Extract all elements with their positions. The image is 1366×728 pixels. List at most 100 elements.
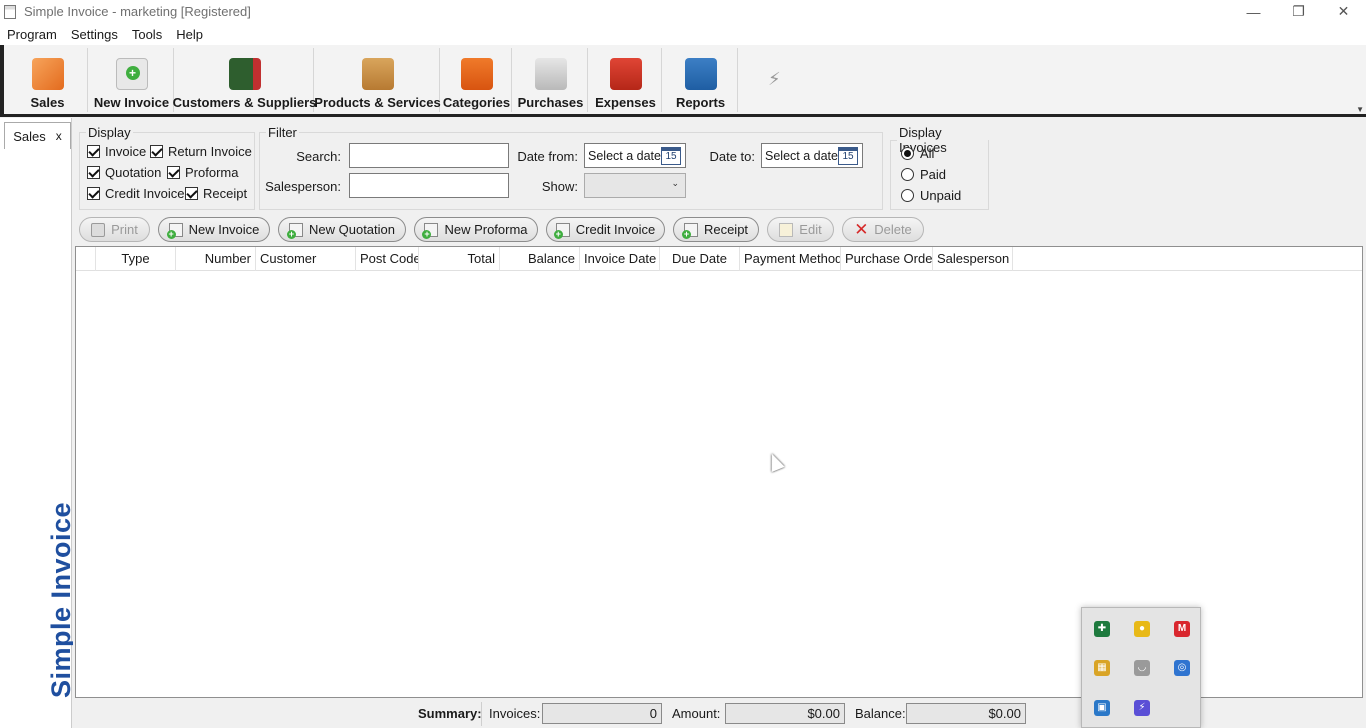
column-invoice-date[interactable]: Invoice Date xyxy=(580,247,660,271)
column-purchase-order[interactable]: Purchase Order xyxy=(841,247,933,271)
column-customer[interactable]: Customer xyxy=(256,247,356,271)
bolt-icon[interactable]: ⚡ xyxy=(768,69,781,90)
radio-all[interactable]: All xyxy=(901,146,934,161)
column-post-code[interactable]: Post Code xyxy=(356,247,419,271)
calendar-icon[interactable]: 15 xyxy=(838,147,858,165)
cup-icon[interactable]: ◡ xyxy=(1134,660,1150,676)
menu-help[interactable]: Help xyxy=(169,27,210,42)
radio-button[interactable] xyxy=(901,147,914,160)
grid-header: Type Number Customer Post Code Total Bal… xyxy=(76,247,1362,271)
menu-program[interactable]: Program xyxy=(0,27,64,42)
radio-button[interactable] xyxy=(901,168,914,181)
checkbox-return-invoice[interactable]: Return Invoice xyxy=(150,144,252,159)
close-button[interactable]: ✕ xyxy=(1321,0,1366,23)
window-title: Simple Invoice - marketing [Registered] xyxy=(24,4,251,19)
checkbox-box[interactable] xyxy=(87,166,100,179)
column-type[interactable]: Type xyxy=(96,247,176,271)
ribbon-label: New Invoice xyxy=(93,95,170,110)
edit-button[interactable]: Edit xyxy=(767,217,834,242)
ribbon-customers-suppliers-button[interactable]: Customers & Suppliers xyxy=(173,48,316,112)
column-number[interactable]: Number xyxy=(176,247,256,271)
amount-value: $0.00 xyxy=(725,703,845,724)
delete-button[interactable]: ✕ Delete xyxy=(842,217,924,242)
left-panel: Sales x Simple Invoice xyxy=(0,118,76,728)
checkbox-label: Quotation xyxy=(105,165,162,180)
mega-icon[interactable]: M xyxy=(1174,621,1190,637)
radio-unpaid[interactable]: Unpaid xyxy=(901,188,961,203)
tab-close-icon[interactable]: x xyxy=(56,129,62,143)
ribbon-reports-button[interactable]: Reports xyxy=(664,48,738,112)
button-label: New Invoice xyxy=(188,222,260,237)
date-from-picker[interactable]: Select a date 15 xyxy=(584,143,686,168)
new-invoice-button[interactable]: New Invoice xyxy=(158,217,270,242)
checkbox-box[interactable] xyxy=(87,145,100,158)
ribbon-label: Expenses xyxy=(595,95,656,110)
salesperson-input[interactable] xyxy=(349,173,509,198)
ribbon-sales-button[interactable]: Sales xyxy=(8,48,88,112)
checkbox-proforma[interactable]: Proforma xyxy=(167,165,238,180)
new-document-icon xyxy=(681,222,698,239)
show-label: Show: xyxy=(541,179,578,194)
radio-paid[interactable]: Paid xyxy=(901,167,946,182)
column-payment-method[interactable]: Payment Method xyxy=(740,247,841,271)
bolt-icon[interactable]: ⚡ xyxy=(1134,700,1150,716)
search-input[interactable] xyxy=(349,143,509,168)
row-header-column xyxy=(76,247,96,271)
app-tile-icon[interactable]: ▦ xyxy=(1094,660,1110,676)
ring-icon[interactable]: ◎ xyxy=(1174,660,1190,676)
ribbon-label: Sales xyxy=(30,95,65,110)
minimize-button[interactable]: — xyxy=(1231,0,1276,23)
ribbon-scroll-icon[interactable]: ▼ xyxy=(1356,105,1364,114)
checkbox-box[interactable] xyxy=(87,187,100,200)
ribbon-new-invoice-button[interactable]: New Invoice xyxy=(90,48,174,112)
ribbon-toolbar: Sales New Invoice Customers & Suppliers … xyxy=(0,45,1366,117)
radio-label: Paid xyxy=(920,167,947,182)
column-balance[interactable]: Balance xyxy=(500,247,580,271)
menu-settings[interactable]: Settings xyxy=(64,27,125,42)
date-to-label: Date to: xyxy=(709,149,755,164)
checkbox-label: Credit Invoice xyxy=(105,186,185,201)
network-icon[interactable]: ▣ xyxy=(1094,700,1110,716)
checkbox-box[interactable] xyxy=(150,145,163,158)
ribbon-purchases-button[interactable]: Purchases xyxy=(514,48,588,112)
checkbox-credit-invoice[interactable]: Credit Invoice xyxy=(87,186,184,201)
restore-button[interactable]: ❐ xyxy=(1276,0,1321,23)
sales-icon xyxy=(31,58,64,90)
coins-icon xyxy=(609,58,642,90)
checkbox-label: Proforma xyxy=(185,165,239,180)
date-to-placeholder: Select a date xyxy=(765,148,838,163)
ribbon-expenses-button[interactable]: Expenses xyxy=(590,48,662,112)
credit-invoice-button[interactable]: Credit Invoice xyxy=(546,217,665,242)
checkbox-receipt[interactable]: Receipt xyxy=(185,186,247,201)
balance-label: Balance: xyxy=(855,706,906,721)
date-to-picker[interactable]: Select a date 15 xyxy=(761,143,863,168)
calendar-icon[interactable]: 15 xyxy=(661,147,681,165)
show-select[interactable]: ⌄ xyxy=(584,173,686,198)
receipt-button[interactable]: Receipt xyxy=(673,217,759,242)
amount-label: Amount: xyxy=(672,706,721,721)
checkbox-invoice[interactable]: Invoice xyxy=(87,144,146,159)
new-proforma-button[interactable]: New Proforma xyxy=(414,217,538,242)
new-quotation-button[interactable]: New Quotation xyxy=(278,217,406,242)
address-book-icon xyxy=(228,58,261,90)
printer-icon xyxy=(91,222,106,237)
radio-button[interactable] xyxy=(901,189,914,202)
column-total[interactable]: Total xyxy=(419,247,500,271)
checkbox-label: Invoice xyxy=(105,144,147,159)
menu-tools[interactable]: Tools xyxy=(125,27,169,42)
ribbon-categories-button[interactable]: Categories xyxy=(442,48,512,112)
column-salesperson[interactable]: Salesperson xyxy=(933,247,1013,271)
ribbon-products-services-button[interactable]: Products & Services xyxy=(314,48,441,112)
column-due-date[interactable]: Due Date xyxy=(660,247,740,271)
shield-icon[interactable]: ✚ xyxy=(1094,621,1110,637)
checkbox-quotation[interactable]: Quotation xyxy=(87,165,161,180)
chrome-icon[interactable]: ● xyxy=(1134,621,1150,637)
tab-sales[interactable]: Sales x xyxy=(4,122,71,149)
print-button[interactable]: Print xyxy=(79,217,150,242)
checkbox-box[interactable] xyxy=(185,187,198,200)
menu-bar: Program Settings Tools Help xyxy=(0,23,1366,45)
filter-legend: Filter xyxy=(268,125,297,140)
summary-separator xyxy=(481,702,482,726)
checkbox-box[interactable] xyxy=(167,166,180,179)
chart-icon xyxy=(684,58,717,90)
